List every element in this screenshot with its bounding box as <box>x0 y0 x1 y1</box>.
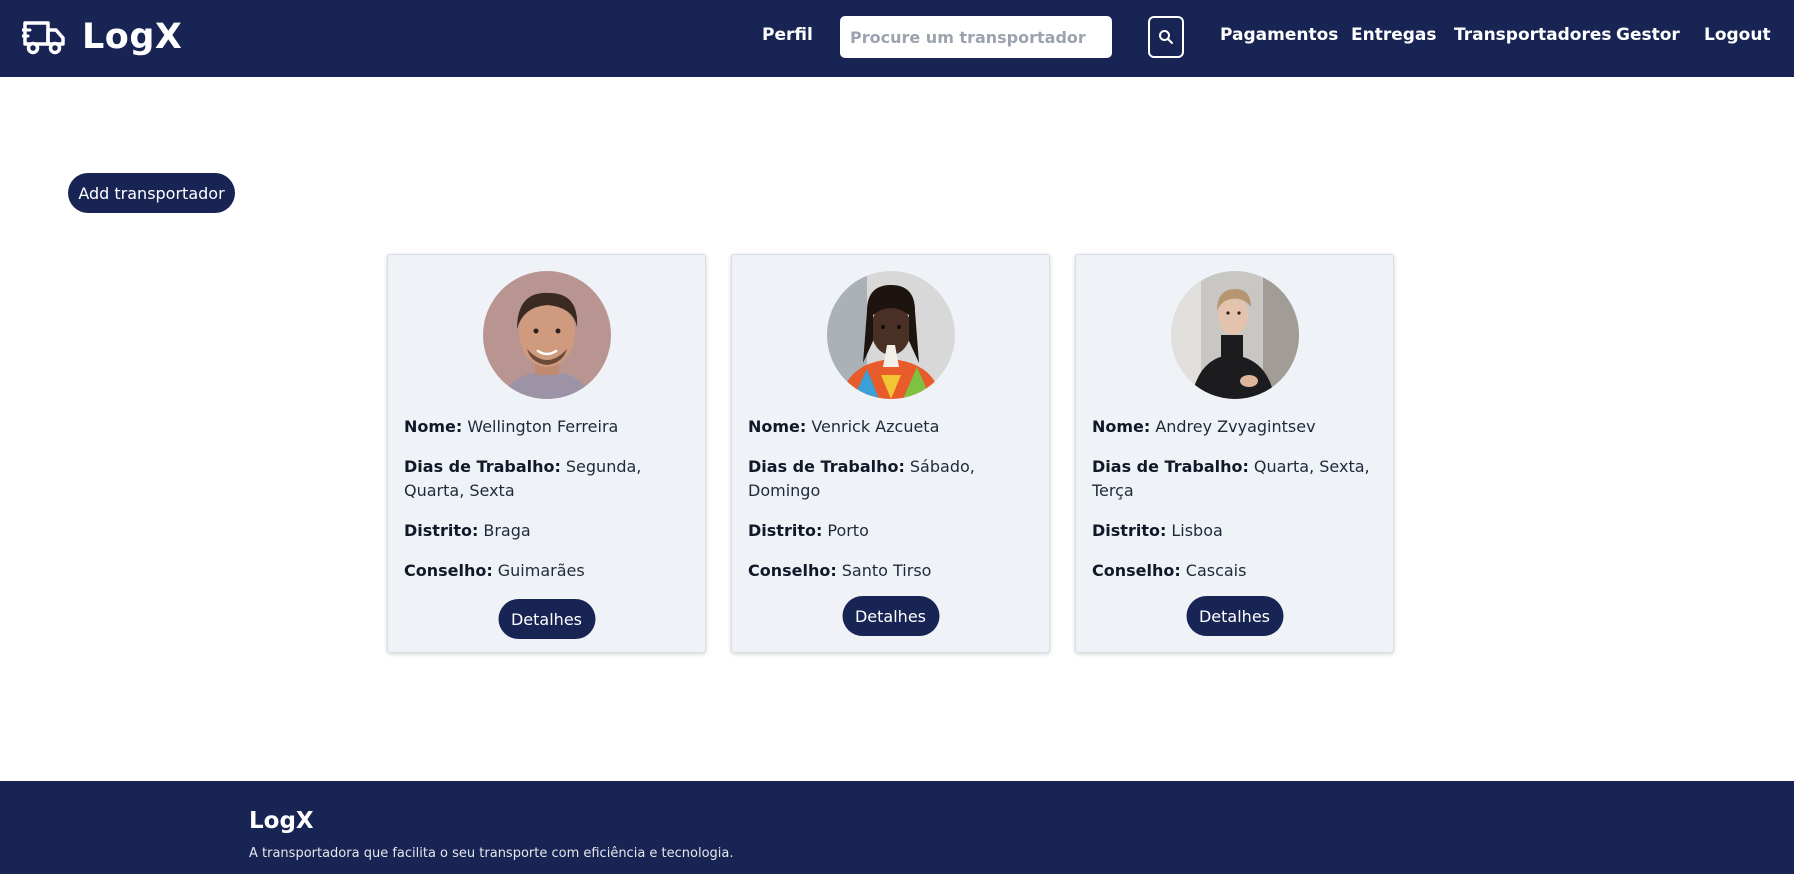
search-button[interactable] <box>1148 16 1184 58</box>
carrier-work-days: Dias de Trabalho: Segunda, Quarta, Sexta <box>404 455 694 503</box>
carrier-card: Nome: Venrick Azcueta Dias de Trabalho: Sá… <box>731 254 1050 653</box>
name-label: Nome: <box>748 417 807 436</box>
carrier-district: Distrito: Porto <box>748 519 1038 543</box>
footer-brand-name: LogX <box>249 808 314 834</box>
council-value: Guimarães <box>497 561 585 580</box>
carrier-council: Conselho: Santo Tirso <box>748 559 1038 583</box>
district-label: Distrito: <box>748 521 823 540</box>
nav-payments-link[interactable]: Pagamentos <box>1220 25 1338 45</box>
carrier-district: Distrito: Braga <box>404 519 694 543</box>
footer-tagline: A transportadora que facilita o seu tran… <box>249 846 734 861</box>
carrier-name: Nome: Venrick Azcueta <box>748 415 1038 439</box>
work-days-label: Dias de Trabalho: <box>748 457 905 476</box>
page-footer: LogX A transportadora que facilita o seu… <box>0 781 1794 874</box>
carrier-avatar <box>827 271 955 399</box>
carrier-name: Nome: Andrey Zvyagintsev <box>1092 415 1382 439</box>
add-carrier-button[interactable]: Add transportador <box>68 173 235 213</box>
nav-carriers-link[interactable]: Transportadores <box>1454 25 1612 45</box>
carrier-work-days: Dias de Trabalho: Sábado, Domingo <box>748 455 1038 503</box>
brand-name: LogX <box>82 17 183 57</box>
carrier-avatar <box>483 271 611 399</box>
carrier-search-input[interactable] <box>840 16 1112 58</box>
details-button[interactable]: Detalhes <box>498 599 595 639</box>
carrier-info: Nome: Wellington Ferreira Dias de Trabalh… <box>404 415 694 599</box>
district-value: Porto <box>827 521 869 540</box>
district-label: Distrito: <box>404 521 479 540</box>
truck-icon <box>22 21 65 55</box>
carrier-avatar <box>1171 271 1299 399</box>
carrier-name: Nome: Wellington Ferreira <box>404 415 694 439</box>
logout-link[interactable]: Logout <box>1704 25 1771 45</box>
carrier-council: Conselho: Guimarães <box>404 559 694 583</box>
work-days-label: Dias de Trabalho: <box>1092 457 1249 476</box>
search-icon <box>1159 30 1173 44</box>
carrier-card: Nome: Wellington Ferreira Dias de Trabalh… <box>387 254 706 653</box>
name-value: Wellington Ferreira <box>467 417 619 436</box>
nav-profile-link[interactable]: Perfil <box>762 25 813 45</box>
top-navbar: LogX Perfil Pagamentos Entregas Transpor… <box>0 0 1794 77</box>
details-button[interactable]: Detalhes <box>1186 596 1283 636</box>
details-button[interactable]: Detalhes <box>842 596 939 636</box>
district-value: Braga <box>483 521 531 540</box>
carrier-info: Nome: Venrick Azcueta Dias de Trabalho: Sá… <box>748 415 1038 599</box>
nav-deliveries-link[interactable]: Entregas <box>1351 25 1437 45</box>
carrier-council: Conselho: Cascais <box>1092 559 1382 583</box>
work-days-label: Dias de Trabalho: <box>404 457 561 476</box>
name-label: Nome: <box>1092 417 1151 436</box>
council-value: Santo Tirso <box>841 561 932 580</box>
carrier-card: Nome: Andrey Zvyagintsev Dias de Trabalho… <box>1075 254 1394 653</box>
brand-logo[interactable]: LogX <box>22 17 182 57</box>
nav-manager-link[interactable]: Gestor <box>1616 25 1680 45</box>
council-value: Cascais <box>1185 561 1247 580</box>
council-label: Conselho: <box>748 561 837 580</box>
district-label: Distrito: <box>1092 521 1167 540</box>
council-label: Conselho: <box>1092 561 1181 580</box>
district-value: Lisboa <box>1171 521 1223 540</box>
name-value: Andrey Zvyagintsev <box>1155 417 1316 436</box>
carrier-work-days: Dias de Trabalho: Quarta, Sexta, Terça <box>1092 455 1382 503</box>
carrier-info: Nome: Andrey Zvyagintsev Dias de Trabalho… <box>1092 415 1382 599</box>
council-label: Conselho: <box>404 561 493 580</box>
name-value: Venrick Azcueta <box>811 417 940 436</box>
name-label: Nome: <box>404 417 463 436</box>
carrier-district: Distrito: Lisboa <box>1092 519 1382 543</box>
